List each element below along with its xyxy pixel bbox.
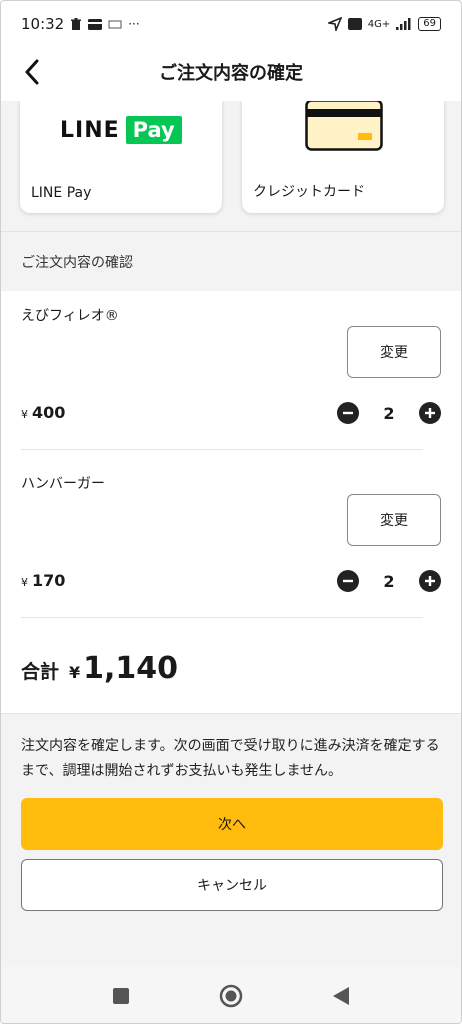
cancel-button[interactable]: キャンセル: [21, 859, 443, 911]
quantity-value: 2: [383, 403, 395, 423]
payment-option-label: クレジットカード: [253, 184, 365, 200]
order-total: 合計 ¥ 1,140: [21, 651, 178, 686]
currency-symbol: ¥: [21, 408, 28, 421]
status-time: 10:32: [21, 15, 65, 33]
content-scroll[interactable]: LINE Pay LINE Pay クレジットカード ご注文内容の確認 えびフィ…: [1, 101, 461, 967]
next-button[interactable]: 次へ: [21, 798, 443, 850]
change-button[interactable]: 変更: [347, 494, 441, 546]
chevron-left-icon: [25, 59, 39, 85]
network-type: 4G+: [367, 18, 391, 30]
card-status-icon: [88, 18, 103, 30]
payment-option-credit-card[interactable]: クレジットカード: [242, 101, 444, 213]
order-item: ハンバーガー 変更 ¥170 2: [1, 459, 461, 625]
divider: [21, 449, 423, 450]
decrease-quantity-button[interactable]: [337, 570, 359, 592]
order-item: えびフィレオ® 変更 ¥400 2: [1, 291, 461, 457]
status-bar: 10:32 ··· 4G+ 69: [1, 1, 461, 47]
payment-option-label: LINE Pay: [31, 185, 92, 201]
total-value: 1,140: [83, 651, 179, 686]
recent-apps-button[interactable]: [108, 983, 134, 1009]
item-price: ¥400: [21, 403, 65, 422]
payment-option-line-pay[interactable]: LINE Pay LINE Pay: [20, 101, 222, 213]
item-name: ハンバーガー: [21, 476, 105, 492]
system-nav-bar: [1, 967, 461, 1023]
confirm-footer: 注文内容を確定します。次の画面で受け取りに進み決済を確定するまで、調理は開始され…: [1, 713, 461, 967]
location-icon: [327, 17, 342, 31]
app-screen: 10:32 ··· 4G+ 69 ご注文内容の確定 LINE Pay LINE …: [0, 0, 462, 1024]
minus-circle-icon: [343, 411, 353, 415]
total-label: 合計: [21, 661, 60, 683]
signal-icon: [396, 18, 411, 30]
volte-icon: [347, 18, 362, 30]
increase-quantity-button[interactable]: [419, 402, 441, 424]
payment-method-area: LINE Pay LINE Pay クレジットカード: [1, 101, 461, 231]
quantity-value: 2: [383, 571, 395, 591]
item-price-value: 400: [32, 403, 66, 422]
divider: [21, 617, 423, 618]
quantity-stepper: 2: [337, 402, 441, 424]
page-title: ご注文内容の確定: [159, 63, 303, 84]
app-header: ご注文内容の確定: [1, 47, 461, 97]
currency-symbol: ¥: [21, 576, 28, 589]
minus-circle-icon: [343, 579, 353, 583]
triangle-back-icon: [333, 987, 349, 1005]
currency-symbol: ¥: [69, 663, 81, 682]
item-price-value: 170: [32, 571, 66, 590]
back-button[interactable]: [15, 55, 49, 89]
increase-quantity-button[interactable]: [419, 570, 441, 592]
credit-card-icon: [305, 101, 383, 151]
plus-circle-icon: [425, 408, 435, 418]
circle-icon: [219, 984, 243, 1008]
trash-icon: [71, 17, 82, 30]
section-title: ご注文内容の確認: [21, 254, 133, 271]
section-header: ご注文内容の確認: [1, 231, 461, 291]
battery-icon: 69: [418, 17, 441, 31]
notification-icon: [108, 20, 122, 28]
quantity-stepper: 2: [337, 570, 441, 592]
line-pay-logo: LINE Pay: [60, 116, 182, 144]
item-name: えびフィレオ®: [21, 308, 119, 324]
item-price: ¥170: [21, 571, 65, 590]
plus-circle-icon: [425, 576, 435, 586]
square-icon: [113, 988, 129, 1004]
home-button[interactable]: [218, 983, 244, 1009]
change-button[interactable]: 変更: [347, 326, 441, 378]
status-more-dots: ···: [128, 17, 140, 31]
decrease-quantity-button[interactable]: [337, 402, 359, 424]
confirmation-notice: 注文内容を確定します。次の画面で受け取りに進み決済を確定するまで、調理は開始され…: [21, 738, 440, 779]
system-back-button[interactable]: [328, 983, 354, 1009]
